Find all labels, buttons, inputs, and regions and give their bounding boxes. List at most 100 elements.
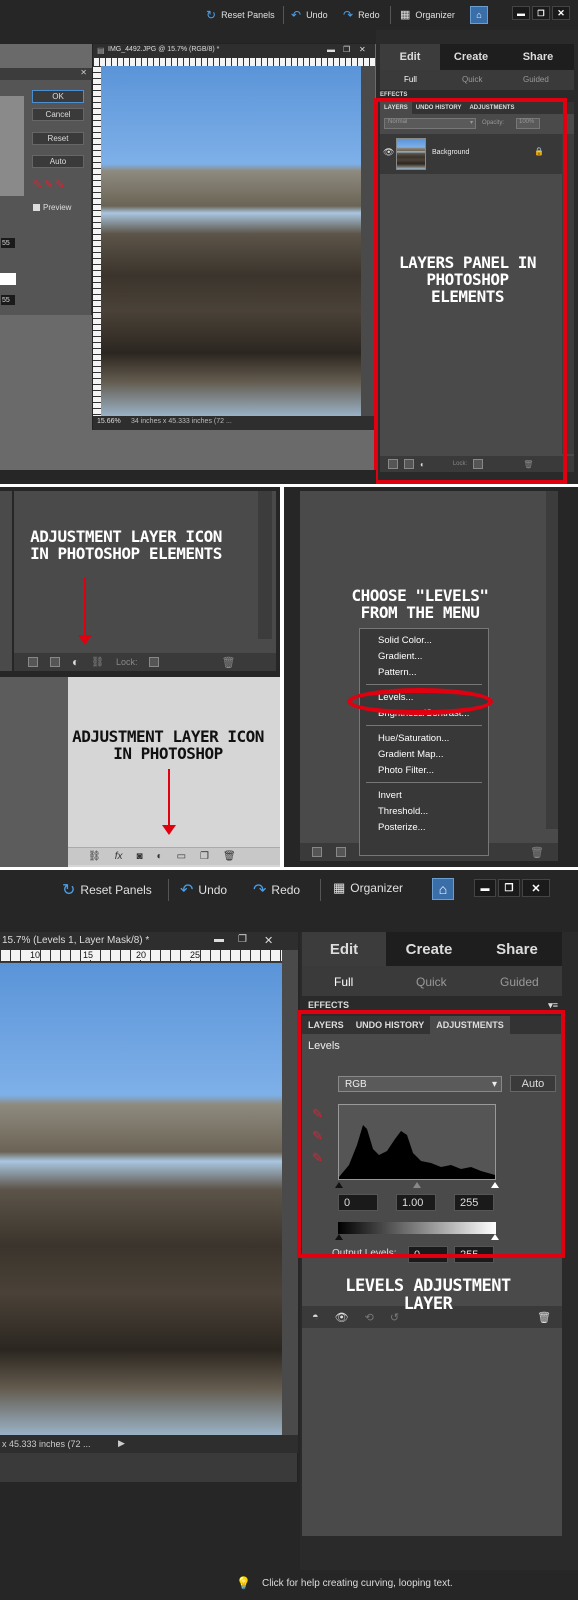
minimize-icon[interactable]: ▬ [327,45,335,54]
document-title: IMG_4492.JPG @ 15.7% (RGB/8) * [108,46,220,53]
section-layers-panel: ↻ Reset Panels ↶ Undo ↷ Redo ▦ Organizer ⌂ ▬… [0,0,578,484]
organizer-button[interactable]: ▦ Organizer [333,880,403,896]
home-icon[interactable]: ⌂ [432,878,454,900]
document-title: 15.7% (Levels 1, Layer Mask/8) * [2,935,150,946]
organizer-icon: ▦ [400,9,411,21]
eyedropper-icons[interactable]: ✎✎✎ [33,178,67,191]
tab-quick[interactable]: Quick [416,975,447,989]
tab-edit[interactable]: Edit [380,44,440,70]
tab-create[interactable]: Create [386,932,472,966]
menu-item-threshold[interactable]: Threshold... [360,803,488,819]
menu-item-posterize[interactable]: Posterize... [360,819,488,835]
trash-icon[interactable]: 🗑 [537,1311,551,1324]
menu-item-photo-filter[interactable]: Photo Filter... [360,762,488,778]
left-panel-edge [0,491,12,671]
document-size: 34 inches x 45.333 inches (72 ... [131,418,232,425]
status-arrow-icon[interactable]: ▶ [118,1438,125,1449]
close-icon[interactable]: ✕ [522,879,550,897]
reset-icon: ↻ [62,882,76,899]
trash-icon[interactable]: 🗑 [530,846,544,859]
folder-icon[interactable]: ▭ [177,851,186,862]
layers-scrollbar[interactable] [546,491,558,829]
menu-item-gradient-map[interactable]: Gradient Map... [360,746,488,762]
reset-panels-button[interactable]: ↻ Reset Panels [62,880,152,900]
document-titlebar: 15.7% (Levels 1, Layer Mask/8) * ▬ ❐ ✕ [0,932,298,950]
home-icon[interactable]: ⌂ [470,6,488,24]
organizer-button[interactable]: ▦ Organizer [400,8,455,21]
mask-icon[interactable] [50,657,60,667]
fx-icon[interactable]: fx [115,851,123,862]
close-icon[interactable]: ✕ [552,6,570,20]
restore-icon[interactable]: ❐ [238,934,247,945]
link-icon[interactable]: ⛓ [91,657,104,668]
tab-full[interactable]: Full [334,975,353,989]
mask-icon[interactable] [336,847,346,857]
tab-share[interactable]: Share [472,932,562,966]
link-icon[interactable]: ⛓ [88,851,101,862]
tab-create[interactable]: Create [440,44,502,70]
menu-item-solid-color[interactable]: Solid Color... [360,632,488,648]
cancel-button[interactable]: Cancel [32,108,84,121]
new-layer-icon[interactable] [28,657,38,667]
menu-item-invert[interactable]: Invert [360,787,488,803]
redo-button[interactable]: ↷ Redo [253,880,300,900]
ps-panel-left [0,677,68,867]
mode-tabs: Full Quick Guided [380,70,574,90]
tab-guided[interactable]: Guided [500,975,539,989]
tab-edit[interactable]: Edit [302,932,386,966]
menu-item-pattern[interactable]: Pattern... [360,664,488,680]
minimize-icon[interactable]: ▬ [512,6,530,20]
close-icon[interactable]: ✕ [80,68,87,77]
redo-button[interactable]: ↷ Redo [343,8,380,22]
toolbar-divider [168,879,169,901]
section-levels-adjustment: ↻ Reset Panels ↶ Undo ↷ Redo ▦ Organizer ⌂ ▬… [0,870,578,1600]
new-layer-icon[interactable]: ❐ [200,851,209,862]
menu-divider [366,725,482,726]
adjustment-layer-icon[interactable]: ◐ [72,655,79,669]
reset-button[interactable]: Reset [32,132,84,145]
menu-item-gradient[interactable]: Gradient... [360,648,488,664]
adjustment-layer-icon[interactable]: ◐ [157,851,163,862]
mode-tabs: Full Quick Guided [302,966,562,996]
lightbulb-icon: 💡 [236,1576,251,1590]
lock-all-icon[interactable] [149,657,160,667]
restore-icon[interactable]: ❐ [343,45,350,54]
tab-guided[interactable]: Guided [523,75,549,84]
menu-divider [366,782,482,783]
restore-icon[interactable]: ❐ [532,6,550,20]
tab-share[interactable]: Share [502,44,574,70]
arrow-head [78,635,92,645]
tab-quick[interactable]: Quick [462,75,482,84]
minimize-icon[interactable]: ▬ [214,934,224,945]
input-value-field[interactable]: 55 [0,237,16,249]
trash-icon[interactable]: 🗑 [223,851,236,862]
photo-canvas [0,963,282,1435]
toolbar-divider [390,6,391,24]
redo-icon: ↷ [343,8,354,22]
minimize-icon[interactable]: ▬ [474,879,496,897]
new-layer-icon[interactable] [312,847,322,857]
menu-item-hue-saturation[interactable]: Hue/Saturation... [360,730,488,746]
undo-icon: ↶ [180,882,194,899]
ps-layers-footer: ⛓ fx ◙ ◐ ▭ ❐ 🗑 [68,847,280,865]
output-value-field[interactable]: 55 [0,294,16,306]
close-icon[interactable]: ✕ [264,934,273,947]
trash-icon[interactable]: 🗑 [221,656,235,669]
output-gradient [0,273,16,285]
undo-button[interactable]: ↶ Undo [291,8,328,22]
layers-footer: ◐ ⛓ Lock: 🗑 [14,653,276,671]
undo-button[interactable]: ↶ Undo [180,880,227,900]
tab-full[interactable]: Full [404,75,417,84]
mask-icon[interactable]: ◙ [136,851,142,862]
vertical-scrollbar[interactable] [282,950,298,1435]
status-tip[interactable]: Click for help creating curving, looping… [262,1578,453,1589]
organizer-icon: ▦ [333,880,346,895]
close-icon[interactable]: ✕ [359,45,366,54]
preview-checkbox[interactable]: Preview [33,203,71,212]
vertical-scrollbar[interactable] [361,66,375,416]
restore-icon[interactable]: ❐ [498,879,520,897]
reset-panels-button[interactable]: ↻ Reset Panels [206,8,275,22]
layers-scrollbar[interactable] [258,491,272,639]
auto-button[interactable]: Auto [32,155,84,168]
ok-button[interactable]: OK [32,90,84,103]
